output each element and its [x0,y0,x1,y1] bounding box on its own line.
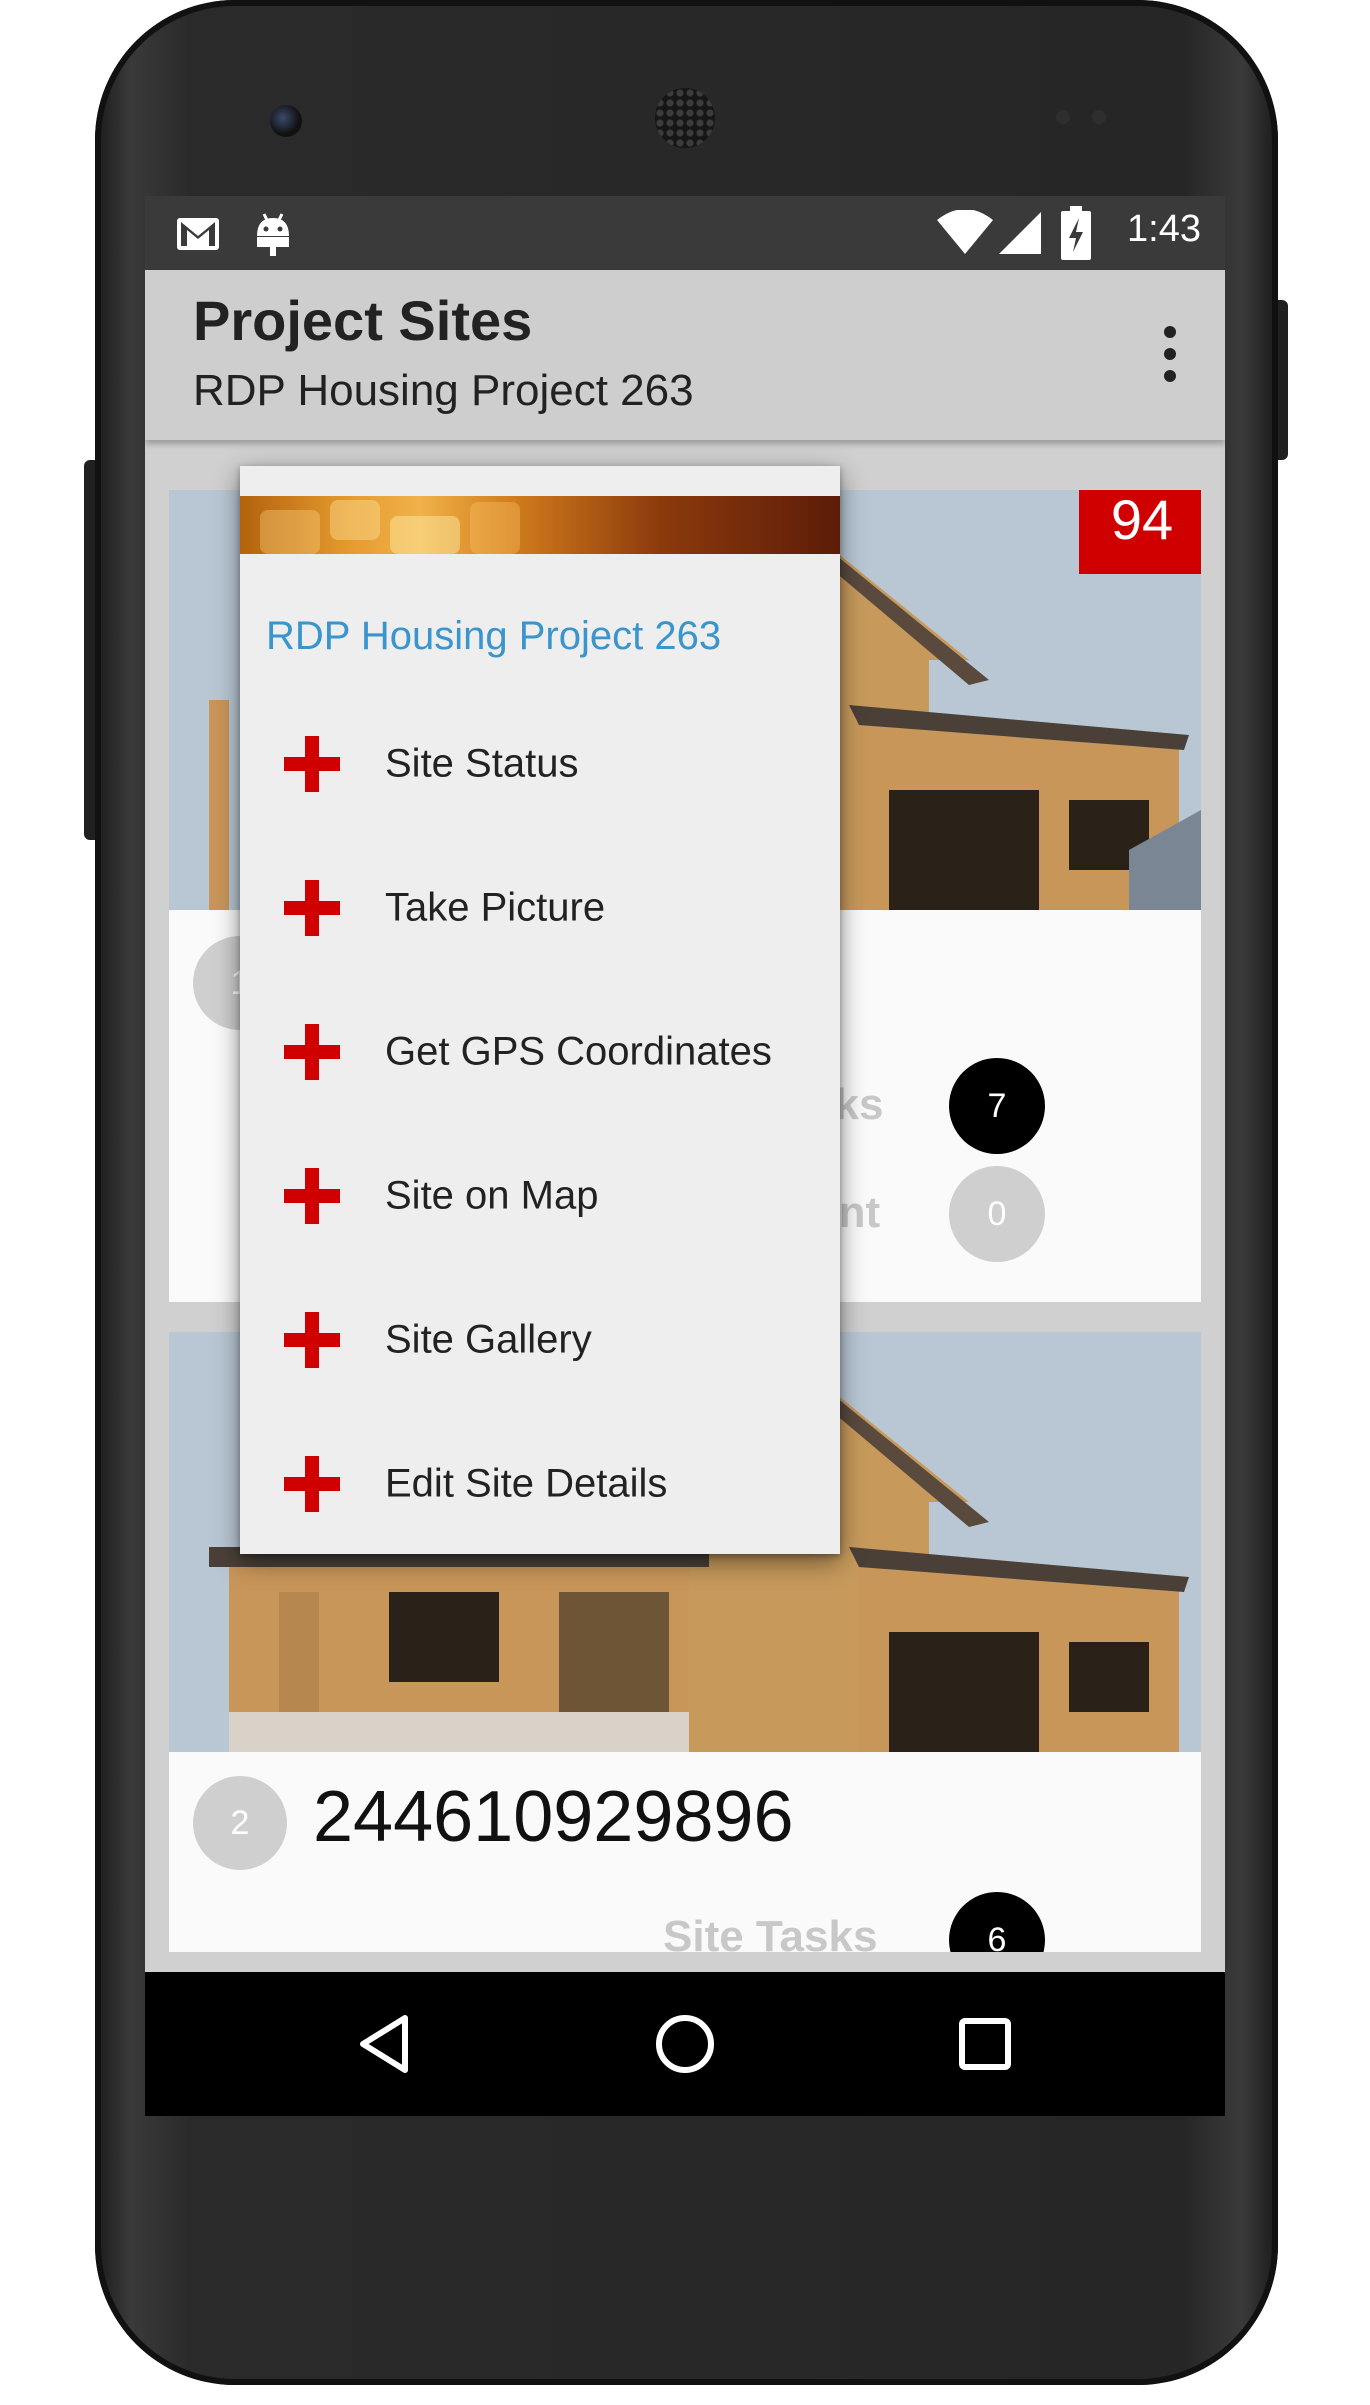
menu-item-label: Take Picture [385,885,606,930]
recents-icon[interactable] [957,2016,1013,2072]
menu-item-label: Site Gallery [385,1317,592,1362]
phone-screen: 1:43 Project Sites RDP Housing Project 2… [145,196,1225,2116]
menu-item-label: Edit Site Details [385,1461,668,1506]
menu-item-edit-site-details[interactable]: Edit Site Details [240,1412,840,1556]
menu-item-site-gallery[interactable]: Site Gallery [240,1268,840,1412]
light-sensor [1092,110,1106,124]
proximity-sensor [1056,110,1070,124]
app-title: Project Sites [193,289,533,352]
back-icon[interactable] [355,2012,411,2076]
menu-item-get-gps-coordinates[interactable]: Get GPS Coordinates [240,980,840,1124]
gmail-icon [177,218,219,250]
wifi-icon [937,210,993,254]
front-camera-icon [270,105,302,137]
app-bar: Project Sites RDP Housing Project 263 [145,270,1225,440]
site-index-circle: 2 [193,1776,287,1870]
app-subtitle: RDP Housing Project 263 [193,366,694,415]
site-tasks-count: 6 [949,1892,1045,1952]
red-plus-icon [284,736,340,792]
menu-item-site-on-map[interactable]: Site on Map [240,1124,840,1268]
more-vert-icon[interactable] [1163,326,1177,382]
status-time: 1:43 [1127,208,1201,250]
signal-icon [999,212,1041,254]
menu-item-label: Site Status [385,741,579,786]
menu-item-label: Site on Map [385,1173,599,1218]
site-tasks-count: 7 [949,1058,1045,1154]
red-plus-icon [284,880,340,936]
menu-item-site-status[interactable]: Site Status [240,692,840,836]
menu-item-take-picture[interactable]: Take Picture [240,836,840,980]
battery-charging-icon [1061,206,1091,260]
status-bar: 1:43 [145,196,1225,270]
red-plus-icon [284,1168,340,1224]
red-plus-icon [284,1312,340,1368]
site-number: 244610929896 [313,1777,794,1857]
navigation-bar [145,1972,1225,2116]
home-icon[interactable] [653,2012,717,2076]
menu-header-banner [240,496,840,554]
amount-count: 0 [949,1166,1045,1262]
context-menu: RDP Housing Project 263 Site Status Take… [240,466,840,1554]
red-plus-icon [284,1456,340,1512]
menu-title: RDP Housing Project 263 [266,614,722,658]
site-tasks-label: Site Tasks [663,1912,878,1952]
menu-item-label: Get GPS Coordinates [385,1029,772,1074]
red-plus-icon [284,1024,340,1080]
earpiece-speaker [655,88,715,148]
status-badge: 94 [1079,490,1201,574]
android-icon [257,213,289,256]
